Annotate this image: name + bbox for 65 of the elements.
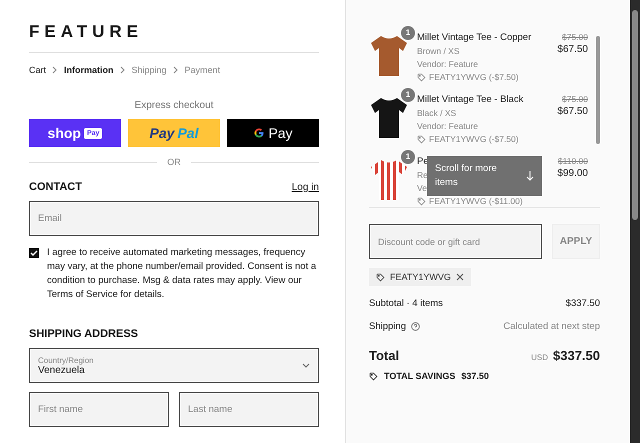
or-divider-label: OR (167, 157, 181, 167)
savings-value: $37.50 (461, 371, 489, 381)
scrollbar-thumb[interactable] (596, 36, 600, 144)
original-price: $75.00 (562, 32, 588, 42)
scrollbar-thumb[interactable] (632, 10, 638, 220)
checkbox[interactable] (29, 248, 39, 258)
tag-icon (417, 196, 426, 206)
tag-icon (369, 372, 378, 380)
chevron-right-icon (52, 66, 58, 74)
variant-text: Black / XS (417, 107, 456, 119)
original-price: $110.00 (558, 156, 588, 166)
breadcrumb-link[interactable]: Shipping (132, 65, 167, 75)
savings-label: TOTAL SAVINGS (384, 371, 456, 381)
chevron-down-icon (302, 362, 310, 368)
vendor-text: Vendor: Feature (417, 120, 478, 132)
store-logo[interactable]: FEATURE (29, 22, 319, 53)
sale-price: $67.50 (557, 106, 588, 117)
chevron-right-icon (172, 66, 179, 74)
g-logo-icon (253, 127, 266, 139)
quantity-badge: 1 (401, 150, 415, 164)
scroll-hint-tooltip: Scroll for more items (427, 156, 542, 196)
product-title: Millet Vintage Tee - Black (417, 94, 524, 106)
subtotal-value: $337.50 (566, 298, 600, 309)
last-name-field[interactable]: Last name (179, 392, 319, 427)
vendor-text: Ve (417, 182, 427, 194)
vendor-text: Vendor: Feature (417, 58, 478, 70)
country-select[interactable]: Country/Region Venezuela (29, 348, 319, 383)
consent-text: I agree to receive automated marketing messages, frequency may vary, at the phone number/email provided. Consent is not a condition to purchase. Msg & data rates may apply. View our Terms of Service for details. (47, 246, 318, 302)
discount-code: FEATY1YWVG (390, 272, 451, 282)
breadcrumb-link[interactable]: Information (64, 65, 114, 75)
quantity-badge: 1 (401, 26, 415, 40)
express-pay-button[interactable]: Pay Pal (128, 119, 220, 147)
express-pay-button[interactable]: Pay (227, 119, 319, 147)
variant-text: Re (417, 169, 428, 181)
discount-text: FEATY1YWVG (-$7.50) (417, 71, 519, 83)
section-heading: SHIPPING ADDRESS (29, 328, 138, 340)
shipping-value: Calculated at next step (503, 321, 600, 332)
tag-icon (417, 134, 426, 144)
total-value: $337.50 (553, 348, 600, 363)
sale-price: $99.00 (557, 168, 588, 179)
shipping-label: Shipping (369, 321, 406, 332)
login-link[interactable]: Log in (292, 182, 319, 192)
tag-icon (417, 72, 426, 82)
breadcrumb-link[interactable]: Cart (29, 65, 46, 75)
discount-field[interactable]: Discount code or gift card (369, 224, 542, 259)
first-name-field[interactable]: First name (29, 392, 169, 427)
sale-price: $67.50 (557, 44, 588, 55)
close-icon[interactable] (456, 273, 464, 281)
subtotal-label: Subtotal · 4 items (369, 298, 443, 309)
discount-text: FEATY1YWVG (-$7.50) (417, 133, 519, 145)
tag-icon (376, 272, 385, 282)
arrow-down-icon (526, 171, 534, 181)
total-label: Total (369, 348, 400, 363)
section-heading: CONTACT (29, 181, 82, 193)
email-field[interactable]: Email (29, 201, 319, 236)
currency-code: USD (531, 353, 548, 362)
product-title: Millet Vintage Tee - Copper (417, 32, 532, 44)
discount-text: FEATY1YWVG (-$11.00) (417, 195, 523, 207)
variant-text: Brown / XS (417, 45, 460, 57)
express-checkout-label: Express checkout (134, 100, 214, 111)
page-scrollbar[interactable] (630, 0, 640, 443)
quantity-badge: 1 (401, 88, 415, 102)
help-icon[interactable] (410, 322, 420, 331)
chevron-right-icon (120, 66, 126, 74)
original-price: $75.00 (562, 94, 588, 104)
